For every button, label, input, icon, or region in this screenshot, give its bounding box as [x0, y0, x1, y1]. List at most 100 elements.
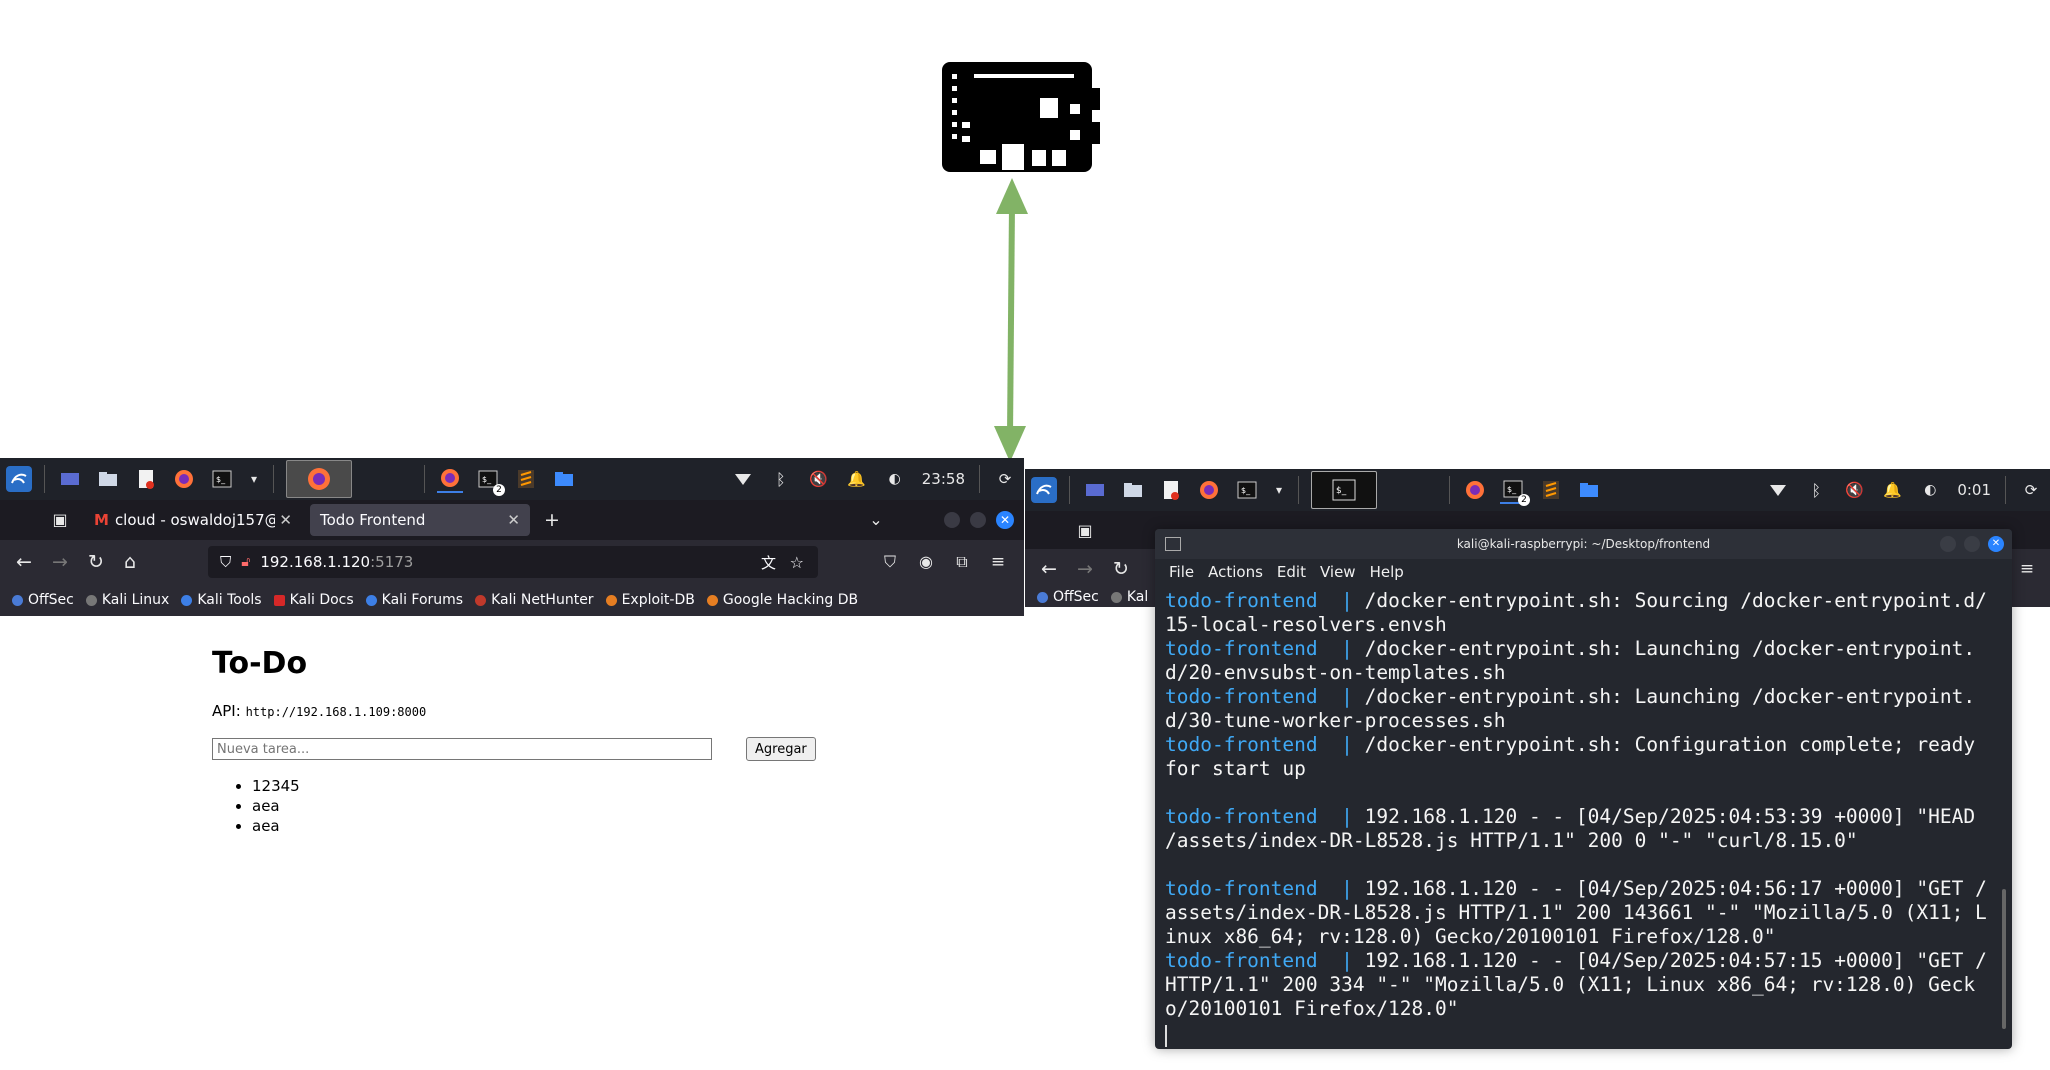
close-window-button[interactable]: ✕ [996, 511, 1014, 529]
terminal-line: todo-frontend | /docker-entrypoint.sh: C… [1165, 733, 1993, 781]
add-task-button[interactable]: Agregar [746, 737, 816, 761]
tab-gmail[interactable]: M cloud - oswaldoj157@gm ✕ [84, 504, 302, 536]
back-icon[interactable]: ← [12, 550, 36, 574]
maximize-button[interactable] [970, 512, 986, 528]
show-desktop-icon[interactable] [1082, 477, 1108, 503]
sublime-text-icon[interactable] [1538, 477, 1564, 503]
terminal-line: todo-frontend | /docker-entrypoint.sh: L… [1165, 637, 1993, 685]
notification-bell-icon[interactable]: 🔔 [1879, 477, 1905, 503]
wifi-icon[interactable] [730, 466, 756, 492]
bookmark-exploit-db[interactable]: Exploit-DB [605, 592, 695, 608]
reload-icon[interactable]: ↻ [1109, 557, 1133, 581]
kali-menu-icon[interactable] [1031, 477, 1057, 503]
home-icon[interactable]: ⌂ [118, 550, 142, 574]
terminal-task-icon[interactable]: $_ 2 [475, 466, 505, 496]
maximize-button[interactable] [1964, 536, 1980, 552]
menu-icon[interactable]: ≡ [986, 550, 1010, 574]
ghdb-icon [706, 594, 718, 606]
power-status-icon[interactable]: ◐ [1917, 477, 1943, 503]
notification-bell-icon[interactable]: 🔔 [844, 466, 870, 492]
menu-edit[interactable]: Edit [1277, 563, 1306, 581]
url-bar[interactable]: ⛉ 🔓︎ 192.168.1.120:5173 文 ☆ [208, 546, 818, 578]
reload-icon[interactable]: ↻ [84, 550, 108, 574]
bookmark-google-hacking-db[interactable]: Google Hacking DB [706, 592, 858, 608]
menu-view[interactable]: View [1320, 563, 1356, 581]
text-editor-icon[interactable] [133, 466, 159, 492]
bookmark-kali-linux[interactable]: Kal [1110, 589, 1148, 605]
new-tab-icon[interactable]: + [540, 508, 564, 532]
right-taskbar: $_ ▾ $_ $_ 2 ᛒ 🔇 🔔 ◐ 0:01 ⟳ [1025, 469, 2050, 511]
close-tab-icon[interactable]: ✕ [279, 511, 292, 529]
service-name: todo-frontend | [1165, 877, 1365, 900]
taskbar-clock[interactable]: 23:58 [922, 470, 965, 488]
folder-icon[interactable] [1576, 477, 1602, 503]
tab-todo-frontend[interactable]: Todo Frontend ✕ [310, 504, 530, 536]
firefox-task-icon[interactable] [437, 465, 463, 493]
power-status-icon[interactable]: ◐ [882, 466, 908, 492]
left-taskbar: $_ ▾ $_ 2 ᛒ 🔇 🔔 ◐ 23:58 ⟳ [0, 458, 1024, 500]
active-terminal-window-button[interactable]: $_ [1311, 471, 1377, 509]
back-icon[interactable]: ← [1037, 557, 1061, 581]
wifi-icon[interactable] [1765, 477, 1791, 503]
new-task-input[interactable] [212, 738, 712, 760]
volume-muted-icon[interactable]: 🔇 [806, 466, 832, 492]
tab-list-icon[interactable]: ▣ [1073, 519, 1097, 543]
firefox-task-icon[interactable] [1462, 477, 1488, 503]
extensions-icon[interactable]: ⧉ [950, 550, 974, 574]
bookmark-kali-nethunter[interactable]: Kali NetHunter [475, 592, 594, 608]
bookmark-kali-docs[interactable]: Kali Docs [273, 592, 354, 608]
chevron-down-icon[interactable]: ▾ [247, 466, 261, 492]
terminal-line: todo-frontend | /docker-entrypoint.sh: S… [1165, 589, 1993, 637]
terminal-window[interactable]: kali@kali-raspberrypi: ~/Desktop/fronten… [1155, 529, 2012, 1049]
scrollbar[interactable] [2002, 889, 2006, 1029]
terminal-output[interactable]: todo-frontend | /docker-entrypoint.sh: S… [1165, 589, 1993, 1047]
show-desktop-icon[interactable] [57, 466, 83, 492]
terminal-icon[interactable]: $_ [209, 466, 235, 492]
kali-menu-icon[interactable] [6, 466, 32, 492]
active-firefox-window-button[interactable] [286, 460, 352, 498]
bookmark-offsec[interactable]: OffSec [12, 592, 74, 608]
files-icon[interactable] [1120, 477, 1146, 503]
svg-text:$_: $_ [1336, 486, 1347, 496]
kali-forums-icon [365, 594, 377, 606]
minimize-button[interactable] [944, 512, 960, 528]
terminal-icon[interactable]: $_ [1234, 477, 1260, 503]
translate-icon[interactable]: 文 [761, 552, 776, 573]
offsec-icon [12, 594, 23, 606]
account-icon[interactable]: ◉ [914, 550, 938, 574]
close-tab-icon[interactable]: ✕ [507, 511, 520, 529]
menu-help[interactable]: Help [1370, 563, 1404, 581]
bookmark-offsec[interactable]: OffSec [1037, 589, 1099, 605]
minimize-button[interactable] [1940, 536, 1956, 552]
menu-icon[interactable]: ≡ [2015, 557, 2039, 581]
folder-icon[interactable] [551, 466, 577, 492]
pocket-icon[interactable]: ⛉ [878, 550, 902, 574]
bluetooth-icon[interactable]: ᛒ [1803, 477, 1829, 503]
bluetooth-icon[interactable]: ᛒ [768, 466, 794, 492]
forward-icon[interactable]: → [48, 550, 72, 574]
close-window-button[interactable]: ✕ [1988, 536, 2004, 552]
terminal-task-icon[interactable]: $_ 2 [1500, 476, 1530, 506]
forward-icon[interactable]: → [1073, 557, 1097, 581]
text-editor-icon[interactable] [1158, 477, 1184, 503]
volume-muted-icon[interactable]: 🔇 [1841, 477, 1867, 503]
menu-actions[interactable]: Actions [1208, 563, 1263, 581]
bookmark-kali-linux[interactable]: Kali Linux [85, 592, 169, 608]
bookmark-kali-forums[interactable]: Kali Forums [365, 592, 463, 608]
terminal-title-bar[interactable]: kali@kali-raspberrypi: ~/Desktop/fronten… [1155, 529, 2012, 559]
bookmark-star-icon[interactable]: ☆ [790, 553, 804, 572]
todo-page-content: To-Do API: http://192.168.1.109:8000 Agr… [0, 616, 1024, 1066]
logout-icon[interactable]: ⟳ [992, 466, 1018, 492]
tab-list-icon[interactable]: ▣ [48, 508, 72, 532]
sublime-text-icon[interactable] [513, 466, 539, 492]
chevron-down-icon[interactable]: ▾ [1272, 477, 1286, 503]
menu-file[interactable]: File [1169, 563, 1194, 581]
files-icon[interactable] [95, 466, 121, 492]
firefox-icon[interactable] [1196, 477, 1222, 503]
raspberry-pi-board-icon [942, 62, 1100, 172]
bookmark-kali-tools[interactable]: Kali Tools [181, 592, 262, 608]
logout-icon[interactable]: ⟳ [2018, 477, 2044, 503]
taskbar-clock[interactable]: 0:01 [1957, 481, 1991, 499]
list-all-tabs-icon[interactable]: ⌄ [864, 508, 888, 532]
firefox-icon[interactable] [171, 466, 197, 492]
